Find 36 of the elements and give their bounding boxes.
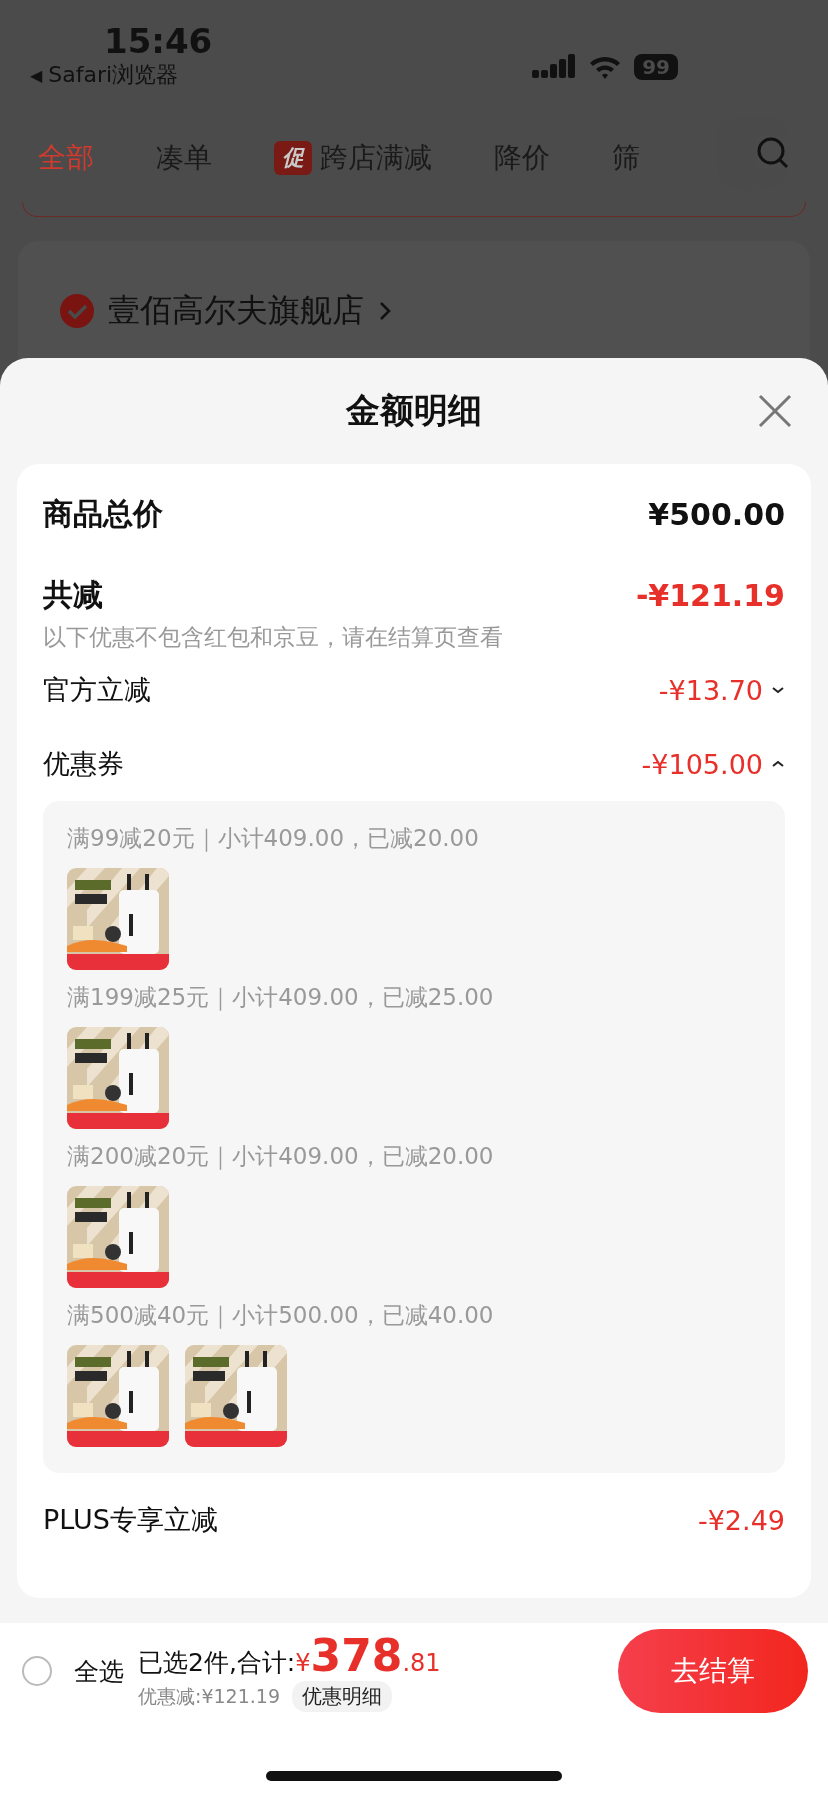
discount-note: 以下优惠不包含红包和京豆，请在结算页查看 <box>43 623 504 652</box>
close-icon[interactable] <box>758 394 792 428</box>
signal-icon <box>532 54 577 80</box>
wifi-icon <box>588 54 623 80</box>
row-amount[interactable]: -¥105.00 <box>641 748 763 780</box>
select-all-radio[interactable] <box>22 1656 52 1686</box>
status-time: 15:46 <box>104 22 213 60</box>
coupon-rule: 满500减40元｜小计500.00，已减40.00 <box>67 1301 495 1331</box>
checkout-button[interactable]: 去结算 <box>618 1629 808 1713</box>
discount-detail-button[interactable]: 优惠明细 <box>292 1681 392 1712</box>
row-amount[interactable]: -¥13.70 <box>658 674 763 706</box>
promo-badge: 促 <box>274 141 312 175</box>
row-amount: ¥500.00 <box>648 497 785 532</box>
coupon-rule: 满200减20元｜小计409.00，已减20.00 <box>67 1142 495 1172</box>
store-name[interactable]: 壹佰高尔夫旗舰店 <box>108 289 364 333</box>
battery-level: 99 <box>634 54 678 80</box>
checked-icon[interactable] <box>60 294 94 328</box>
filter-tab[interactable]: 全部 <box>38 139 94 177</box>
back-arrow[interactable]: ◀ <box>30 65 43 85</box>
row-label: 官方立减 <box>43 673 151 707</box>
coupon-rule: 满199减25元｜小计409.00，已减25.00 <box>67 983 495 1013</box>
select-all-label[interactable]: 全选 <box>74 1654 124 1688</box>
row-label: 共减 <box>43 576 103 614</box>
chevron-up-icon[interactable] <box>771 759 785 769</box>
row-amount: -¥2.49 <box>697 1504 785 1536</box>
total-price: ¥378.81 <box>295 1630 441 1681</box>
coupon-rule: 满99减20元｜小计409.00，已减20.00 <box>67 824 480 854</box>
row-label: 商品总价 <box>43 495 163 533</box>
saved-amount: 优惠减:¥121.19 <box>138 1683 280 1709</box>
row-amount: -¥121.19 <box>635 578 785 613</box>
row-label: PLUS专享立减 <box>43 1503 218 1537</box>
sheet-title: 金额明细 <box>346 389 482 432</box>
chevron-down-icon[interactable] <box>771 685 785 695</box>
total-label: 已选2件,合计: <box>138 1647 296 1679</box>
row-label: 优惠券 <box>43 747 124 781</box>
back-app-link[interactable]: Safari浏览器 <box>48 60 179 90</box>
